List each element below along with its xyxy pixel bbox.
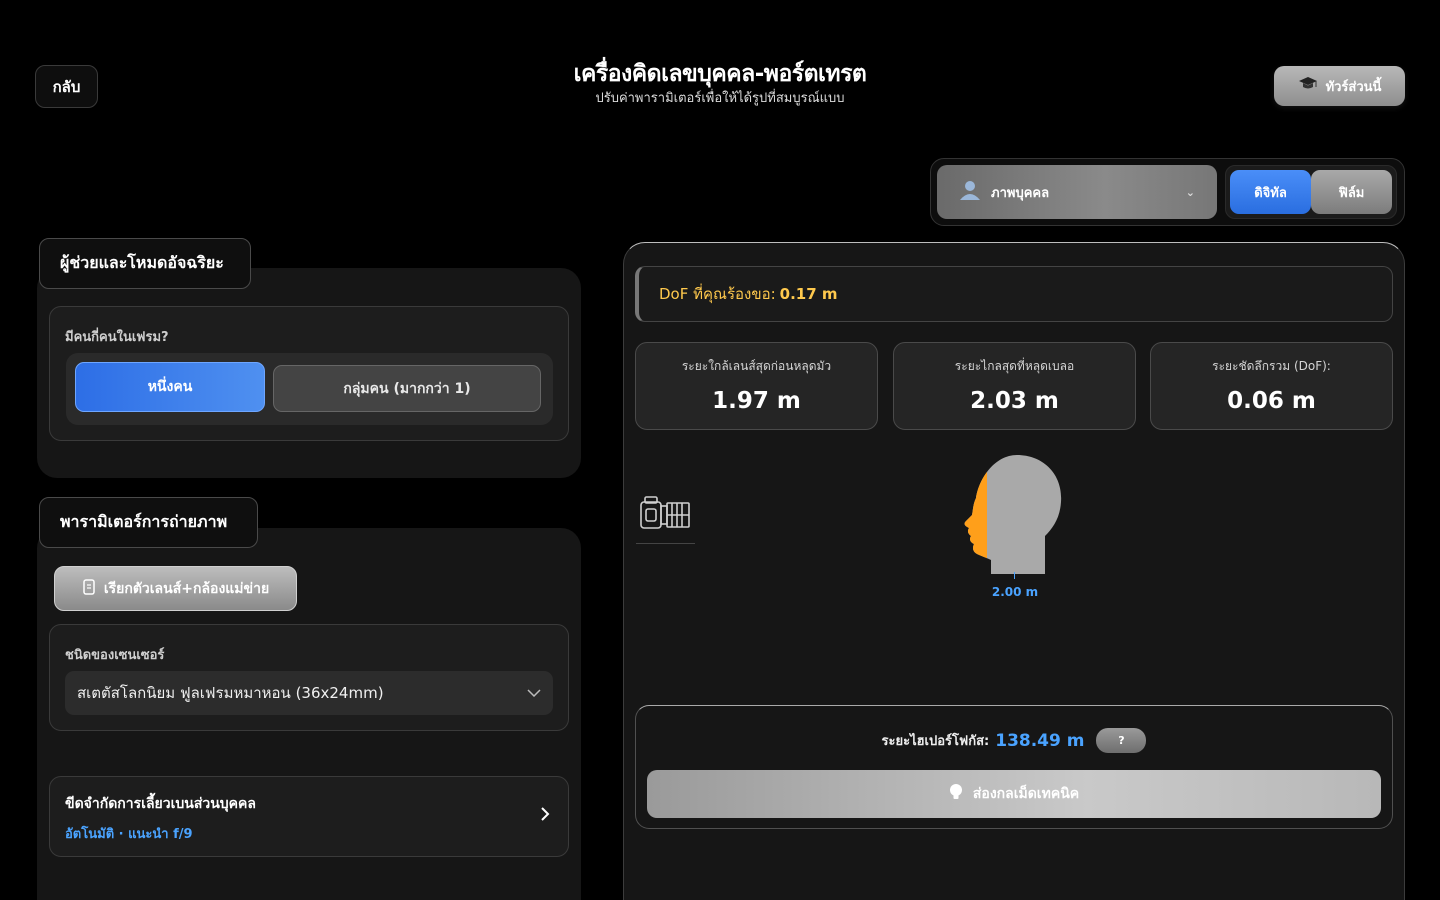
film-toggle[interactable]: ฟิล์ม: [1311, 170, 1392, 214]
lightbulb-icon: [949, 783, 963, 805]
load-lens-camera-button[interactable]: เรียกตัวเลนส์+กล้องแม่ข่าย: [54, 566, 297, 611]
dof-required-value: 0.17 m: [779, 285, 838, 303]
total-dof-label: ระยะชัดลึกรวม (DoF):: [1212, 359, 1331, 373]
tour-label: ทัวร์ส่วนนี้: [1325, 79, 1382, 95]
person-icon: [959, 180, 981, 204]
aperture-limit-subtitle: อัตโนมัติ · แนะนำ f/9: [65, 827, 193, 842]
tour-button[interactable]: ทัวร์ส่วนนี้: [1274, 66, 1405, 106]
sensor-select-value: สเตตัสโลกนิยม ฟูลเฟรมหมาหอน (36x24mm): [77, 684, 384, 702]
document-icon: [82, 578, 96, 599]
far-limit-card: ระยะไกลสุดที่หลุดเบลอ 2.03 m: [893, 342, 1136, 430]
dof-required-banner: DoF ที่คุณร้องขอ: 0.17 m: [635, 266, 1393, 322]
subject-select[interactable]: ภาพบุคคล ⌄: [937, 165, 1217, 219]
camera-icon: [638, 494, 692, 534]
load-lens-camera-label: เรียกตัวเลนส์+กล้องแม่ข่าย: [103, 580, 270, 597]
chevron-down-icon: ⌄: [1185, 185, 1195, 199]
far-limit-value: 2.03 m: [970, 388, 1059, 414]
assistant-section-title: ผู้ช่วยและโหมดอัจฉริยะ: [39, 238, 251, 289]
hyperfocal-row: ระยะไฮเปอร์โฟกัส: 138.49 m ?: [635, 728, 1393, 753]
distance-marker: [1014, 572, 1015, 579]
params-section-title: พารามิเตอร์การถ่ายภาพ: [39, 497, 258, 548]
sensor-label: ชนิดของเซนเซอร์: [65, 648, 165, 663]
near-limit-label: ระยะใกล้เลนส์สุดก่อนหลุดมัว: [681, 359, 832, 373]
total-dof-value: 0.06 m: [1227, 388, 1316, 414]
people-question: มีคนกี่คนในเฟรม?: [65, 330, 169, 345]
tips-label: ส่องกลเม็ดเทคนิค: [972, 786, 1080, 802]
chevron-down-icon: [527, 685, 541, 701]
hyperfocal-label: ระยะไฮเปอร์โฟกัส:: [881, 734, 990, 749]
page-subtitle: ปรับค่าพารามิเตอร์เพื่อให้ได้รูปที่สมบูร…: [595, 91, 845, 106]
aperture-limit-title: ขีดจำกัดการเลี้ยวเบนส่วนบุคคล: [65, 796, 256, 812]
total-dof-card: ระยะชัดลึกรวม (DoF): 0.06 m: [1150, 342, 1393, 430]
hyperfocal-help-button[interactable]: ?: [1096, 728, 1147, 753]
focus-zone: [964, 455, 987, 574]
aperture-limit-row[interactable]: [49, 776, 569, 857]
graduation-cap-icon: [1298, 76, 1318, 96]
subject-select-label: ภาพบุคคล: [991, 185, 1050, 201]
sensor-select[interactable]: สเตตัสโลกนิยม ฟูลเฟรมหมาหอน (36x24mm): [65, 671, 553, 715]
subject-distance-label: 2.00 m: [991, 585, 1039, 599]
group-button[interactable]: กลุ่มคน (มากกว่า 1): [273, 365, 541, 412]
subject-head-diagram: [955, 452, 1070, 577]
hyperfocal-value: 138.49 m: [995, 730, 1085, 751]
near-limit-card: ระยะใกล้เลนส์สุดก่อนหลุดมัว 1.97 m: [635, 342, 878, 430]
camera-divider: [636, 543, 695, 544]
near-limit-value: 1.97 m: [712, 388, 801, 414]
single-person-button[interactable]: หนึ่งคน: [75, 362, 265, 412]
digital-toggle[interactable]: ดิจิทัล: [1230, 170, 1311, 214]
dof-required-label: DoF ที่คุณร้องขอ:: [659, 285, 776, 303]
far-limit-label: ระยะไกลสุดที่หลุดเบลอ: [954, 359, 1075, 373]
chevron-right-icon: [540, 803, 550, 827]
tips-button[interactable]: ส่องกลเม็ดเทคนิค: [647, 770, 1381, 818]
